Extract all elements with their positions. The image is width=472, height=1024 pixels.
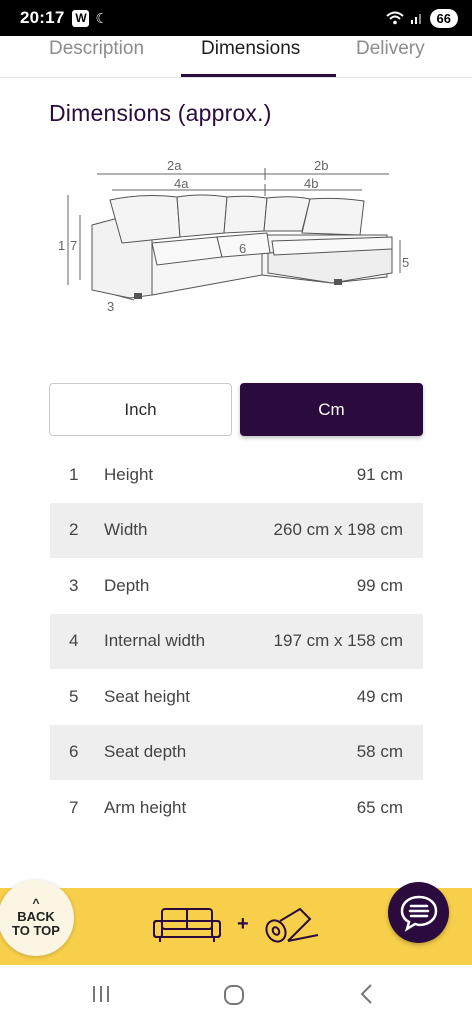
row-label: Seat height: [104, 686, 191, 706]
row-value: 58 cm: [356, 742, 403, 762]
row-number: 7: [69, 797, 79, 817]
moon-icon: ☾: [95, 9, 109, 26]
chevron-up-icon: ^: [32, 896, 40, 910]
row-number: 6: [69, 742, 79, 762]
table-row: 2 Width 260 cm x 198 cm: [50, 502, 423, 558]
whatsapp-notification-icon: W: [72, 9, 90, 27]
row-value: 197 cm x 158 cm: [273, 631, 403, 651]
table-row: 6 Seat depth 58 cm: [50, 724, 423, 780]
sofa-dimension-diagram: 2a 4a 2b 4b 1 7 3 5 6: [52, 155, 422, 320]
home-icon[interactable]: [222, 983, 246, 1007]
row-label: Width: [104, 520, 148, 540]
row-label: Internal width: [104, 631, 206, 651]
table-row: 4 Internal width 197 cm x 158 cm: [50, 613, 423, 669]
active-tab-indicator: [181, 74, 336, 77]
row-number: 4: [69, 631, 79, 651]
dim-label-2b: 2b: [314, 158, 328, 173]
dim-label-6: 6: [239, 241, 246, 256]
table-row: 1 Height 91 cm: [50, 447, 423, 503]
back-icon[interactable]: [356, 983, 378, 1005]
chat-bubble-icon: [400, 895, 437, 932]
back-to-top-button[interactable]: ^ BACK TO TOP: [0, 880, 74, 956]
back-to-top-line2: TO TOP: [12, 923, 60, 938]
row-label: Depth: [104, 575, 150, 595]
table-row: 7 Arm height 65 cm: [50, 780, 423, 836]
battery-indicator: 66: [429, 8, 458, 28]
row-value: 49 cm: [356, 686, 403, 706]
section-title: Dimensions (approx.): [49, 100, 272, 126]
plus-sign: +: [237, 913, 249, 935]
fabric-roll-icon: [265, 907, 319, 943]
row-value: 91 cm: [356, 464, 403, 484]
dimensions-table: 1 Height 91 cm 2 Width 260 cm x 198 cm 3…: [50, 447, 423, 836]
row-label: Seat depth: [104, 742, 187, 762]
chat-button[interactable]: [388, 882, 449, 943]
unit-cm-button[interactable]: Cm: [240, 383, 423, 436]
tab-bar: Description Dimensions Delivery: [0, 36, 472, 78]
unit-inch-button[interactable]: Inch: [49, 383, 232, 436]
row-number: 1: [69, 464, 79, 484]
dim-label-4b: 4b: [304, 176, 318, 191]
tab-dimensions[interactable]: Dimensions: [201, 38, 300, 60]
row-number: 2: [69, 520, 79, 540]
recent-apps-icon[interactable]: [90, 983, 112, 1005]
dim-label-2a: 2a: [167, 158, 182, 173]
row-value: 65 cm: [356, 797, 403, 817]
back-to-top-line1: BACK: [17, 909, 55, 924]
table-row: 3 Depth 99 cm: [50, 558, 423, 614]
status-time: 20:17: [20, 8, 65, 27]
tab-delivery[interactable]: Delivery: [356, 38, 425, 60]
dim-label-3: 3: [107, 299, 114, 314]
row-label: Arm height: [104, 797, 187, 817]
dim-label-7: 7: [70, 238, 77, 253]
dim-label-4a: 4a: [174, 176, 189, 191]
signal-icon: [410, 14, 421, 24]
row-label: Height: [104, 464, 154, 484]
wifi-icon: [385, 11, 404, 25]
row-number: 3: [69, 575, 79, 595]
row-value: 99 cm: [356, 575, 403, 595]
system-navigation-bar: [0, 965, 472, 1024]
dim-label-1: 1: [58, 238, 65, 253]
status-right: 66: [385, 8, 458, 28]
status-bar: 20:17 W ☾ 66: [0, 0, 472, 36]
tab-description[interactable]: Description: [49, 38, 144, 60]
table-row: 5 Seat height 49 cm: [50, 669, 423, 725]
row-number: 5: [69, 686, 79, 706]
row-value: 260 cm x 198 cm: [273, 520, 403, 540]
dim-label-5: 5: [402, 255, 409, 270]
sofa-icon: [153, 908, 221, 942]
